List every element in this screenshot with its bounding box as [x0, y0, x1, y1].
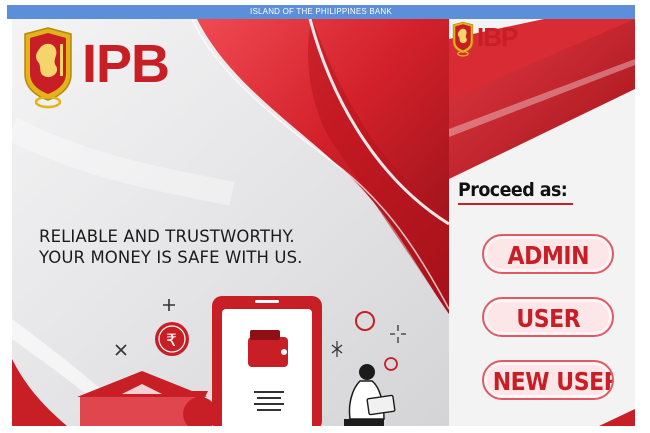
user-button-label: USER — [516, 304, 580, 333]
rupee-symbol: ₹ — [166, 331, 177, 351]
window-title: ISLAND OF THE PHILIPPINES BANK — [250, 7, 392, 16]
ibp-logo-icon — [452, 21, 474, 57]
phone-icon — [212, 296, 322, 426]
window-title-bar: ISLAND OF THE PHILIPPINES BANK — [7, 5, 635, 19]
proceed-as-label: Proceed as: — [458, 179, 568, 201]
plus-decoration-icon — [163, 299, 175, 311]
proceed-underline — [458, 203, 573, 205]
admin-button-label: ADMIN — [507, 241, 589, 270]
new-user-button[interactable]: NEW USER — [482, 360, 614, 400]
hero-banner: IPB RELIABLE AND TRUSTWORTHY. YOUR MONEY… — [12, 19, 449, 426]
admin-button[interactable]: ADMIN — [482, 234, 614, 274]
login-side-panel: IBP Proceed as: ADMIN USER NEW USER — [449, 19, 635, 426]
new-user-button-label: NEW USER — [492, 367, 614, 396]
user-button[interactable]: USER — [482, 297, 614, 337]
ibp-brand-name: IBP — [477, 22, 518, 52]
banking-illustration: ₹ — [77, 296, 406, 426]
cross-decoration-icon — [115, 344, 127, 356]
person-with-laptop-icon — [344, 364, 396, 426]
